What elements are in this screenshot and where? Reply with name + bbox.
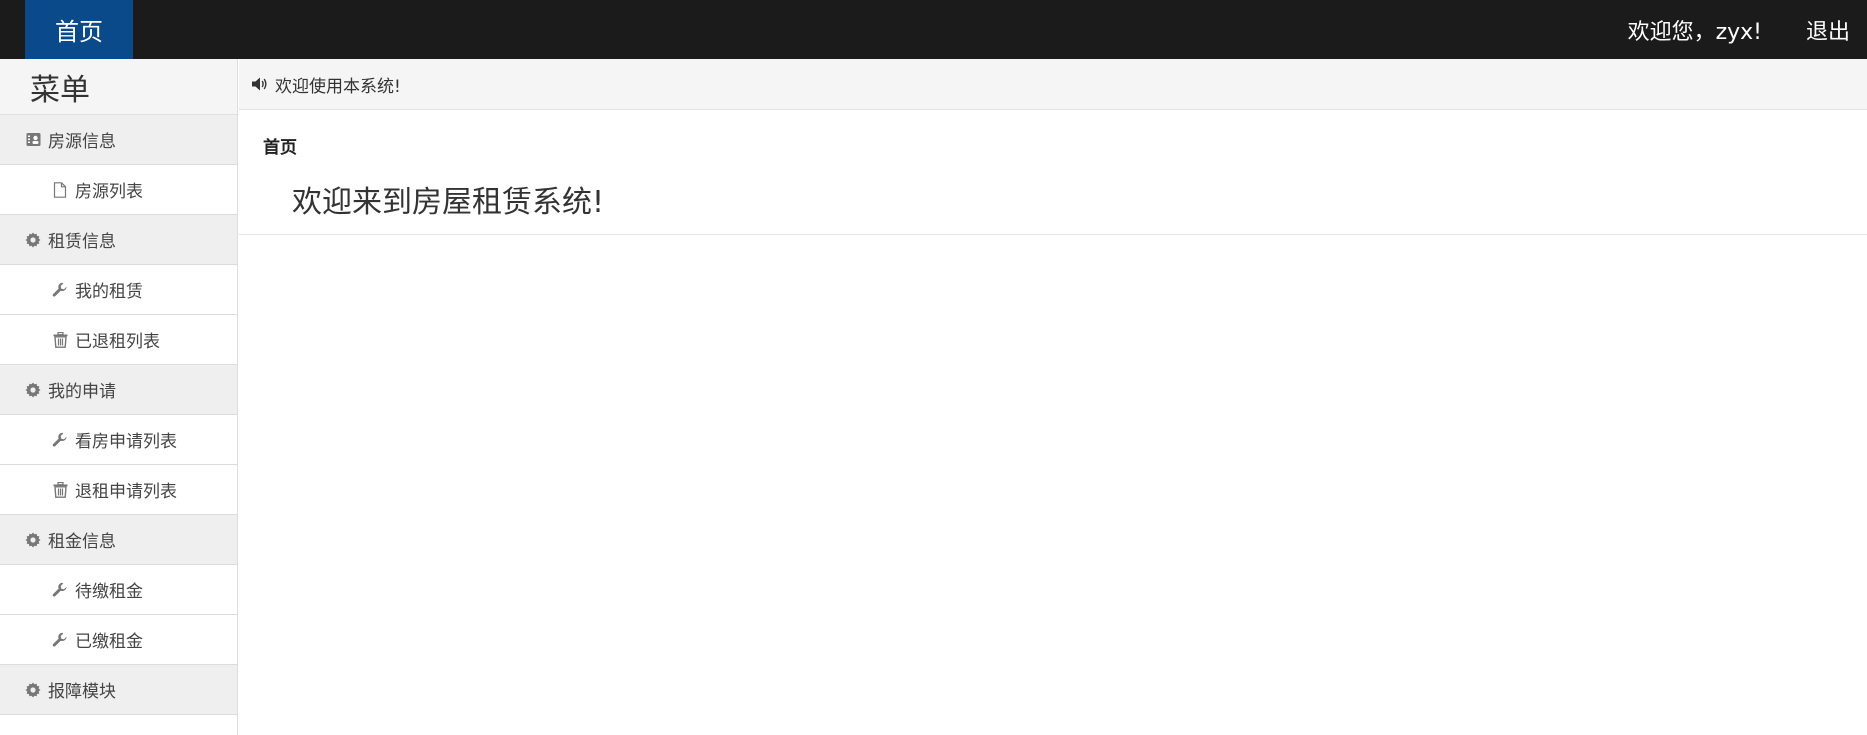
sidebar-group-my-applications[interactable]: 我的申请 [0,365,237,415]
breadcrumb: 首页 [263,138,297,158]
contact-card-icon [24,131,42,149]
wrench-icon [51,631,69,649]
top-navbar: 首页 欢迎您，zyx! 退出 [0,0,1867,59]
speaker-icon [251,75,269,93]
sidebar-item-label: 我的租赁 [75,282,143,302]
trash-icon [51,481,69,499]
gear-icon [24,681,42,699]
sidebar-item-termination-requests[interactable]: 退租申请列表 [0,465,237,515]
file-icon [51,181,69,199]
menu-title: 菜单 [0,59,237,115]
content-divider [239,234,1867,235]
sidebar-item-terminated-rentals[interactable]: 已退租列表 [0,315,237,365]
sidebar-item-viewing-requests[interactable]: 看房申请列表 [0,415,237,465]
sidebar-group-rent-info[interactable]: 租金信息 [0,515,237,565]
sidebar-group-rentals[interactable]: 租赁信息 [0,215,237,265]
sidebar-item-label: 房源列表 [75,182,143,202]
sidebar-item-paid-rent[interactable]: 已缴租金 [0,615,237,665]
sidebar-item-label: 已退租列表 [75,332,160,352]
sidebar-item-label: 退租申请列表 [75,482,177,502]
notice-bar: 欢迎使用本系统! [239,59,1867,110]
main-content: 欢迎使用本系统! 首页 欢迎来到房屋租赁系统! [239,59,1867,735]
sidebar-menu: 菜单 房源信息 房源列表 租赁信息 我的租赁 已退租列表 我的申请 看房申请列表… [0,59,238,735]
wrench-icon [51,581,69,599]
logout-link[interactable]: 退出 [1806,0,1850,59]
sidebar-group-fault-report[interactable]: 报障模块 [0,665,237,715]
sidebar-group-label: 租赁信息 [48,232,116,252]
nav-home-tab[interactable]: 首页 [25,0,133,59]
welcome-heading: 欢迎来到房屋租赁系统! [292,185,605,220]
sidebar-item-label: 待缴租金 [75,582,143,602]
sidebar-item-label: 已缴租金 [75,632,143,652]
wrench-icon [51,431,69,449]
user-greeting: 欢迎您，zyx! [1627,19,1762,45]
gear-icon [24,381,42,399]
sidebar-item-label: 看房申请列表 [75,432,177,452]
sidebar-group-label: 我的申请 [48,382,116,402]
sidebar-item-unpaid-rent[interactable]: 待缴租金 [0,565,237,615]
sidebar-group-label: 报障模块 [48,682,116,702]
notice-text: 欢迎使用本系统! [275,76,401,97]
trash-icon [51,331,69,349]
sidebar-group-label: 房源信息 [48,132,116,152]
sidebar-item-my-rentals[interactable]: 我的租赁 [0,265,237,315]
gear-icon [24,531,42,549]
sidebar-group-listings[interactable]: 房源信息 [0,115,237,165]
sidebar-item-house-list[interactable]: 房源列表 [0,165,237,215]
wrench-icon [51,281,69,299]
sidebar-group-label: 租金信息 [48,532,116,552]
gear-icon [24,231,42,249]
